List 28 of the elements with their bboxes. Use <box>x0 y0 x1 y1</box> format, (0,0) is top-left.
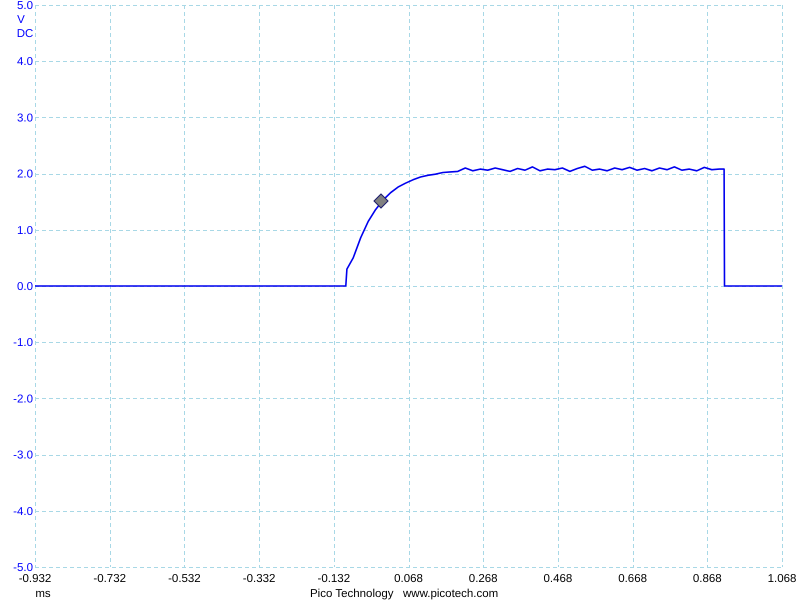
x-tick-label: 0.068 <box>394 573 423 585</box>
y-tick-label: -2.0 <box>13 393 33 406</box>
x-tick-label: 0.268 <box>468 573 498 585</box>
y-tick-label: 2.0 <box>17 168 33 181</box>
x-tick-label: -0.932 <box>18 573 52 585</box>
axis-unit-label: V <box>17 14 25 26</box>
company-name: Pico Technology <box>310 588 394 600</box>
x-tick-label: -0.532 <box>168 573 201 585</box>
x-tick-label: 0.868 <box>692 573 722 585</box>
trigger-marker-icon[interactable] <box>373 193 389 209</box>
y-tick-label: 3.0 <box>17 112 33 124</box>
y-tick-label: 4.0 <box>17 56 33 68</box>
y-tick-label: -4.0 <box>13 506 33 518</box>
x-tick-label: 1.068 <box>768 573 796 585</box>
x-tick-label: 0.468 <box>544 573 572 585</box>
x-tick-label: -0.132 <box>318 573 350 585</box>
x-tick-label: 0.668 <box>618 573 647 585</box>
y-tick-label: 1.0 <box>17 224 33 237</box>
x-tick-label: -0.332 <box>242 573 276 585</box>
y-tick-label: -5.0 <box>13 562 33 574</box>
y-tick-label: 5.0 <box>17 0 33 12</box>
coupling-label: DC <box>16 28 34 40</box>
axis-unit-label: ms <box>35 588 51 600</box>
website-link[interactable]: www.picotech.com <box>403 588 498 600</box>
y-tick-label: -1.0 <box>13 337 33 350</box>
x-tick-label: -0.732 <box>93 573 126 585</box>
y-tick-label: 0.0 <box>17 281 33 293</box>
y-tick-label: -3.0 <box>13 450 33 462</box>
